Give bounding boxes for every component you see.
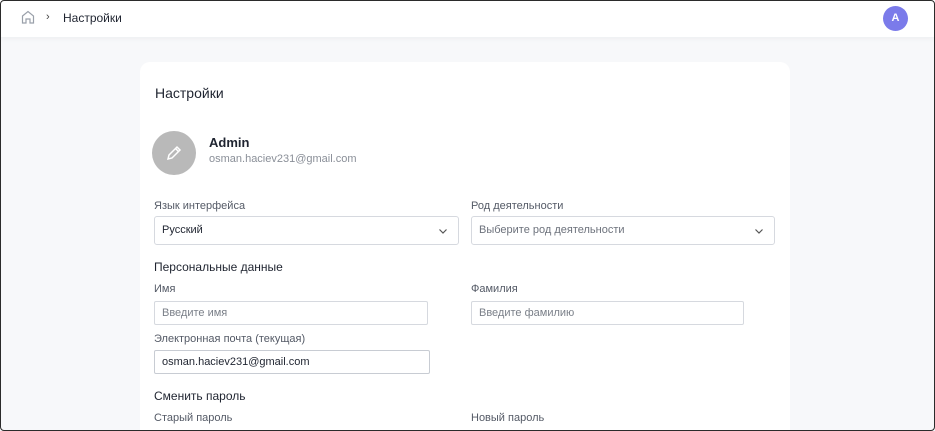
settings-card: [140, 62, 790, 431]
pencil-icon: [166, 145, 182, 161]
chevron-down-icon: [755, 229, 763, 234]
change-password-heading: Сменить пароль: [154, 389, 246, 403]
new-password-label: Новый пароль: [471, 412, 545, 424]
personal-data-heading: Персональные данные: [154, 260, 283, 274]
page-title: Настройки: [155, 85, 224, 101]
activity-select-placeholder: Выберите род деятельности: [479, 224, 625, 236]
last-name-input[interactable]: [471, 301, 744, 325]
activity-label: Род деятельности: [471, 200, 564, 212]
first-name-input[interactable]: [154, 301, 428, 325]
activity-select[interactable]: Выберите род деятельности: [471, 216, 775, 245]
last-name-label: Фамилия: [471, 283, 518, 295]
home-icon[interactable]: [20, 9, 36, 25]
old-password-label: Старый пароль: [154, 412, 233, 424]
top-bar: › Настройки A: [0, 0, 935, 37]
avatar[interactable]: A: [883, 6, 908, 31]
language-select-value: Русский: [162, 224, 203, 236]
language-select[interactable]: Русский: [154, 216, 459, 245]
profile-email: osman.haciev231@gmail.com: [209, 153, 357, 165]
breadcrumb-separator: ›: [46, 11, 50, 23]
profile-photo-button[interactable]: [152, 131, 196, 175]
email-label: Электронная почта (текущая): [154, 333, 306, 345]
first-name-label: Имя: [154, 283, 176, 295]
profile-name: Admin: [209, 135, 250, 150]
language-label: Язык интерфейса: [154, 200, 246, 212]
email-field[interactable]: [154, 350, 430, 374]
breadcrumb-current: Настройки: [63, 11, 122, 25]
chevron-down-icon: [439, 229, 447, 234]
